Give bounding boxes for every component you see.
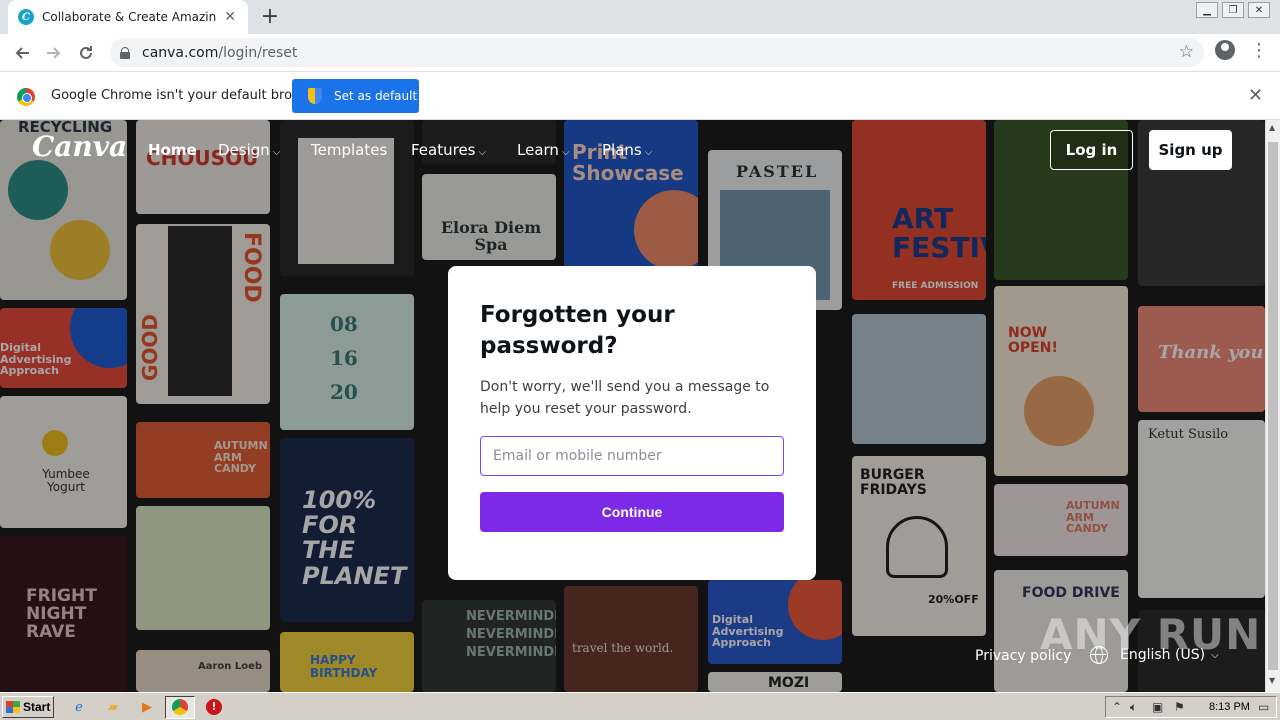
privacy-policy-link[interactable]: Privacy policy — [975, 648, 1071, 664]
window-close-button[interactable]: ✕ — [1248, 2, 1270, 18]
card-description: Don't worry, we'll send you a message to… — [480, 379, 770, 417]
profile-icon[interactable] — [1215, 40, 1235, 60]
ie-icon[interactable]: ℯ — [70, 698, 88, 716]
flag-icon[interactable]: ⚑ — [1174, 700, 1185, 714]
chevron-down-icon: ⌵ — [1211, 649, 1219, 661]
windows-taskbar: Start ℯ ▰ ▶ ! ⌃ 🔈︎ ▣ ⚑ 8:13 PM ▭ — [0, 692, 1280, 720]
chevron-down-icon: ⌵ — [478, 147, 487, 158]
nav-learn[interactable]: Learn ⌵ — [517, 141, 570, 159]
back-arrow-icon — [15, 47, 29, 59]
infobar-close-icon[interactable]: ✕ — [1248, 85, 1263, 106]
media-player-icon[interactable]: ▶ — [138, 698, 156, 716]
scroll-up-icon[interactable]: ▲ — [1269, 123, 1275, 132]
nav-design-label: Design — [218, 141, 270, 159]
new-tab-button[interactable]: + — [258, 5, 282, 29]
nav-features-label: Features — [411, 141, 476, 159]
scroll-thumb[interactable] — [1268, 142, 1278, 670]
forward-button[interactable] — [40, 39, 68, 67]
default-browser-infobar: Google Chrome isn't your default browser… — [0, 71, 1280, 120]
nav-home[interactable]: Home — [148, 141, 197, 159]
windows-logo-icon — [6, 701, 20, 713]
url-path: /login/reset — [218, 44, 298, 61]
password-reset-card: Forgotten your password? Don't worry, we… — [448, 266, 816, 580]
chevron-down-icon: ⌵ — [272, 147, 281, 158]
nav-design[interactable]: Design ⌵ — [218, 141, 280, 159]
tab-strip: C Collaborate & Create Amazing Graphic D… — [0, 0, 1280, 34]
email-input[interactable] — [480, 436, 784, 476]
nav-learn-label: Learn — [517, 141, 559, 159]
tray-expand-icon[interactable]: ⌃ — [1112, 700, 1122, 714]
url-host: canva.com — [142, 44, 219, 61]
chrome-taskbar-icon — [171, 698, 189, 716]
browser-tab[interactable]: C Collaborate & Create Amazing Graphic D… — [8, 0, 248, 34]
set-as-default-label: Set as default — [334, 89, 418, 103]
folder-icon[interactable]: ▰ — [104, 698, 122, 716]
menu-kebab-icon[interactable]: ⋮ — [1250, 40, 1268, 62]
window-controls: ▁ ❐ ✕ — [1196, 2, 1270, 18]
tab-title: Collaborate & Create Amazing Graphic Des… — [42, 10, 217, 24]
reload-button[interactable] — [72, 39, 100, 67]
nav-features[interactable]: Features ⌵ — [411, 141, 486, 159]
browser-toolbar: canva.com/login/reset ☆ — [0, 34, 1280, 71]
restore-button[interactable]: ❐ — [1222, 2, 1244, 18]
canva-logo[interactable]: Canva — [32, 130, 127, 163]
signup-button[interactable]: Sign up — [1149, 130, 1232, 170]
canva-favicon-icon: C — [18, 9, 34, 25]
nav-plans-label: Plans — [602, 141, 642, 159]
show-desktop-icon[interactable]: ▭ — [1258, 700, 1269, 714]
shield-alert-icon[interactable]: ! — [205, 698, 223, 716]
system-tray: ⌃ 🔈︎ ▣ ⚑ 8:13 PM ▭ — [1105, 696, 1277, 718]
back-button[interactable] — [8, 39, 36, 67]
nav-templates-label: Templates — [311, 141, 388, 159]
alert-badge: ! — [206, 699, 222, 715]
minimize-button[interactable]: ▁ — [1196, 2, 1218, 18]
start-button[interactable]: Start — [2, 696, 54, 718]
shield-icon — [308, 88, 322, 104]
chevron-down-icon: ⌵ — [561, 147, 570, 158]
language-label: English (US) — [1120, 647, 1206, 663]
language-selector[interactable]: English (US) ⌵ — [1090, 646, 1219, 664]
continue-button[interactable]: Continue — [480, 492, 784, 532]
lock-icon — [120, 47, 130, 59]
nav-plans[interactable]: Plans ⌵ — [602, 141, 652, 159]
chrome-logo-icon — [172, 699, 188, 715]
login-button[interactable]: Log in — [1050, 130, 1133, 170]
tab-close-icon[interactable]: ✕ — [222, 9, 238, 25]
chrome-logo-icon — [17, 88, 35, 106]
start-label: Start — [23, 700, 51, 714]
reload-icon — [80, 46, 92, 59]
page-scrollbar[interactable]: ▲ ▼ — [1265, 120, 1280, 692]
globe-icon — [1090, 646, 1108, 664]
canva-navbar: Canva Home Design ⌵ Templates Features ⌵ L… — [0, 120, 1265, 182]
address-bar[interactable]: canva.com/login/reset ☆ — [110, 38, 1204, 67]
card-title: Forgotten your password? — [480, 302, 675, 359]
scroll-down-icon[interactable]: ▼ — [1269, 676, 1275, 685]
chevron-down-icon: ⌵ — [644, 147, 653, 158]
network-icon[interactable]: ▣ — [1152, 700, 1163, 714]
clock[interactable]: 8:13 PM — [1209, 701, 1250, 713]
set-as-default-button[interactable]: Set as default — [292, 79, 419, 113]
infobar-message: Google Chrome isn't your default browser — [51, 88, 323, 103]
nav-home-label: Home — [148, 141, 197, 159]
forward-arrow-icon — [47, 47, 61, 59]
bookmark-star-icon[interactable]: ☆ — [1179, 42, 1194, 62]
nav-templates[interactable]: Templates — [311, 141, 387, 159]
canva-page: RECYCLING Digital Advertising Approach Y… — [0, 120, 1265, 692]
volume-icon[interactable]: 🔈︎ — [1130, 700, 1137, 715]
